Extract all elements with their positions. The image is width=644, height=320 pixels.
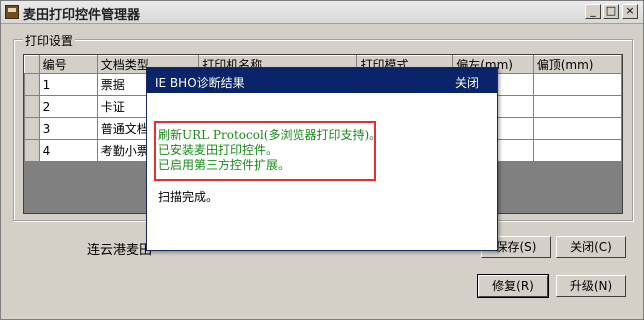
column-header[interactable]: 编号 bbox=[38, 55, 98, 74]
cell-top[interactable] bbox=[532, 139, 622, 162]
row-header[interactable] bbox=[24, 73, 40, 96]
close-window-button[interactable]: × bbox=[622, 4, 638, 19]
cell-id[interactable]: 1 bbox=[38, 73, 98, 96]
corner-cell bbox=[24, 55, 40, 74]
dialog-close-button[interactable]: 关闭 bbox=[455, 74, 479, 91]
title-bar[interactable]: 麦田打印控件管理器 _ □ × bbox=[1, 1, 643, 24]
result-line: 已安装麦田打印控件。 bbox=[158, 143, 279, 157]
result-line: 刷新URL Protocol(多浏览器打印支持)。 bbox=[158, 128, 382, 142]
result-line: 已启用第三方控件扩展。 bbox=[158, 158, 291, 172]
cell-top[interactable] bbox=[532, 117, 622, 140]
row-header[interactable] bbox=[24, 95, 40, 118]
window-title: 麦田打印控件管理器 bbox=[23, 8, 141, 23]
minimize-button[interactable]: _ bbox=[585, 4, 601, 19]
cell-top[interactable] bbox=[532, 95, 622, 118]
company-label: 连云港麦田 bbox=[87, 243, 153, 258]
group-label: 打印设置 bbox=[23, 32, 76, 49]
diagnosis-results-box: 刷新URL Protocol(多浏览器打印支持)。 已安装麦田打印控件。 已启用… bbox=[154, 121, 382, 181]
cell-id[interactable]: 3 bbox=[38, 117, 98, 140]
column-header[interactable]: 偏顶(mm) bbox=[532, 55, 622, 74]
bho-diagnosis-dialog: IE BHO诊断结果 关闭 刷新URL Protocol(多浏览器打印支持)。 … bbox=[146, 67, 498, 251]
app-icon bbox=[5, 5, 19, 19]
dialog-title-bar[interactable]: IE BHO诊断结果 关闭 bbox=[147, 68, 497, 93]
scan-status: 扫描完成。 bbox=[158, 190, 219, 204]
row-header[interactable] bbox=[24, 139, 40, 162]
cell-id[interactable]: 4 bbox=[38, 139, 98, 162]
cell-id[interactable]: 2 bbox=[38, 95, 98, 118]
upgrade-button[interactable]: 升级(N) bbox=[556, 275, 626, 297]
close-button[interactable]: 关闭(C) bbox=[556, 236, 626, 258]
cell-top[interactable] bbox=[532, 73, 622, 96]
repair-button[interactable]: 修复(R) bbox=[477, 274, 549, 298]
maximize-button[interactable]: □ bbox=[603, 4, 619, 19]
dialog-title: IE BHO诊断结果 bbox=[155, 76, 245, 90]
row-header[interactable] bbox=[24, 117, 40, 140]
